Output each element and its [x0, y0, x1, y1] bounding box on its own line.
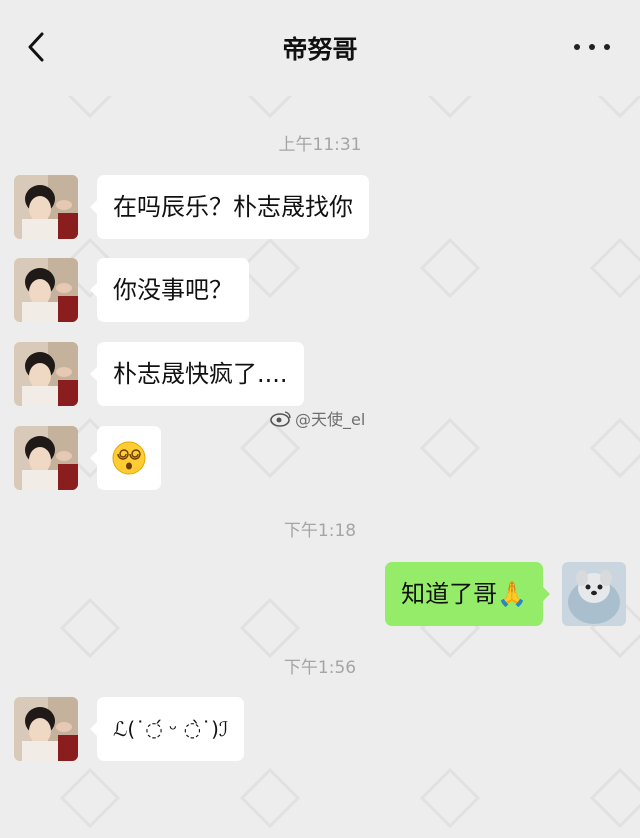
weibo-watermark: @天使_el [270, 406, 365, 430]
avatar-self[interactable] [562, 562, 626, 626]
message-bubble-incoming[interactable] [90, 426, 161, 490]
message-bubble-outgoing[interactable]: 知道了哥🙏 [385, 562, 550, 626]
timestamp: 下午1:18 [283, 521, 357, 541]
message-bubble-incoming[interactable]: 在吗辰乐？朴志晟找你 [90, 175, 369, 239]
avatar-contact[interactable] [14, 426, 78, 490]
avatar-contact[interactable] [14, 697, 78, 761]
timestamp: 下午1:56 [283, 658, 357, 678]
more-options-icon[interactable] [574, 40, 614, 54]
weibo-logo-icon [270, 411, 291, 427]
chat-header: 帝努哥 [0, 0, 640, 96]
chat-title: 帝努哥 [282, 35, 358, 64]
dizzy-face-emoji-icon [112, 441, 146, 475]
avatar-contact[interactable] [14, 258, 78, 322]
weibo-watermark-text: @天使_el [295, 410, 366, 429]
avatar-contact[interactable] [14, 175, 78, 239]
message-bubble-incoming[interactable]: ℒ(˙◌́ ᵕ ◌̀˙)ℐ [89, 697, 245, 761]
timestamp: 上午11:31 [278, 135, 362, 155]
message-bubble-incoming[interactable]: 朴志晟快疯了.... [90, 342, 304, 406]
avatar-contact[interactable] [14, 342, 78, 406]
message-bubble-incoming[interactable]: 你没事吧？ [90, 258, 249, 322]
